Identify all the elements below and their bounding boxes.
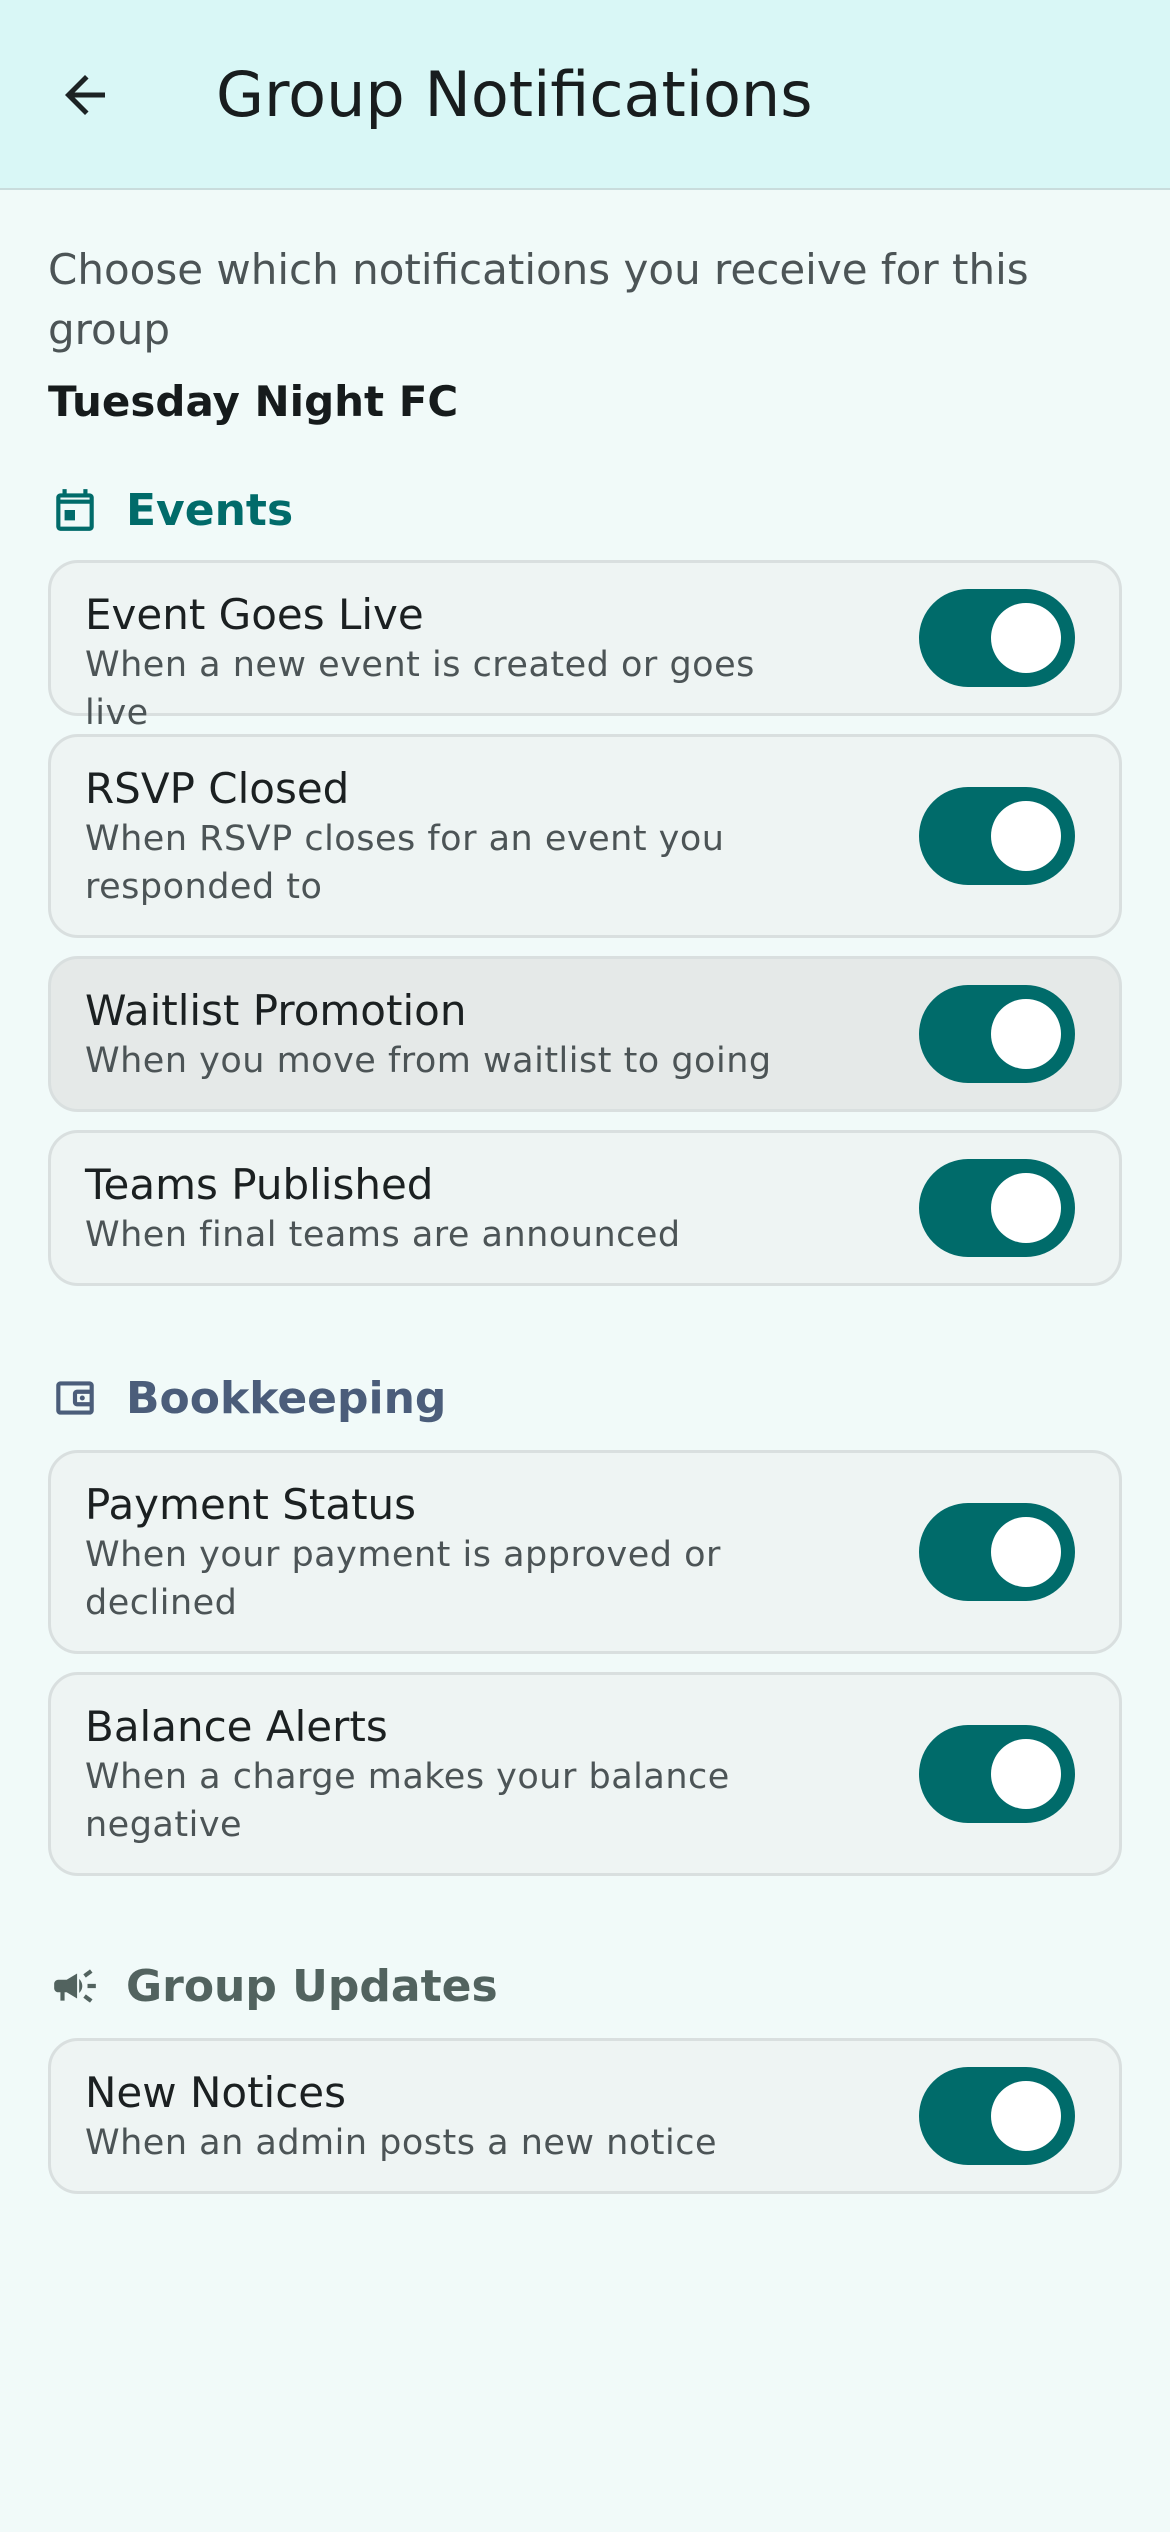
toggle-balance-alerts[interactable] bbox=[919, 1725, 1075, 1823]
setting-card-rsvp-closed: RSVP Closed When RSVP closes for an even… bbox=[48, 734, 1122, 938]
toggle-payment-status[interactable] bbox=[919, 1503, 1075, 1601]
toggle-thumb bbox=[991, 801, 1061, 871]
megaphone-icon bbox=[48, 1959, 102, 2013]
setting-description: When final teams are announced bbox=[85, 1215, 681, 1255]
section-header-events: Events bbox=[48, 480, 293, 540]
setting-card-teams-published: Teams Published When final teams are ann… bbox=[48, 1130, 1122, 1286]
toggle-thumb bbox=[991, 1517, 1061, 1587]
setting-description: When an admin posts a new notice bbox=[85, 2123, 717, 2163]
setting-description: When a charge makes your balance negativ… bbox=[85, 1757, 730, 1845]
setting-description: When you move from waitlist to going bbox=[85, 1041, 772, 1081]
section-header-bookkeeping: Bookkeeping bbox=[48, 1368, 446, 1428]
toggle-rsvp-closed[interactable] bbox=[919, 787, 1075, 885]
setting-description: When a new event is created or goes live bbox=[85, 645, 755, 733]
group-name: Tuesday Night FC bbox=[48, 377, 459, 426]
toggle-thumb bbox=[991, 1173, 1061, 1243]
toggle-thumb bbox=[991, 1739, 1061, 1809]
setting-title: New Notices bbox=[85, 2068, 347, 2117]
toggle-thumb bbox=[991, 2081, 1061, 2151]
intro-description: Choose which notifications you receive f… bbox=[48, 245, 1029, 354]
setting-title: RSVP Closed bbox=[85, 764, 350, 813]
toggle-new-notices[interactable] bbox=[919, 2067, 1075, 2165]
setting-card-payment-status: Payment Status When your payment is appr… bbox=[48, 1450, 1122, 1654]
setting-card-new-notices: New Notices When an admin posts a new no… bbox=[48, 2038, 1122, 2194]
section-header-group-updates: Group Updates bbox=[48, 1956, 498, 2016]
section-label-events: Events bbox=[126, 484, 294, 536]
setting-title: Teams Published bbox=[85, 1160, 434, 1209]
app-bar: Group Notifications bbox=[0, 0, 1170, 190]
wallet-icon bbox=[48, 1371, 102, 1425]
setting-title: Event Goes Live bbox=[85, 590, 424, 639]
toggle-thumb bbox=[991, 999, 1061, 1069]
setting-description: When RSVP closes for an event you respon… bbox=[85, 819, 725, 907]
setting-card-event-goes-live: Event Goes Live When a new event is crea… bbox=[48, 560, 1122, 733]
section-label-group-updates: Group Updates bbox=[126, 1960, 498, 2012]
toggle-event-goes-live[interactable] bbox=[919, 589, 1075, 687]
toggle-teams-published[interactable] bbox=[919, 1159, 1075, 1257]
section-label-bookkeeping: Bookkeeping bbox=[126, 1372, 447, 1424]
page-title: Group Notifications bbox=[216, 58, 813, 131]
calendar-icon bbox=[48, 483, 102, 537]
back-button[interactable] bbox=[40, 50, 130, 140]
setting-description: When your payment is approved or decline… bbox=[85, 1535, 721, 1623]
setting-title: Balance Alerts bbox=[85, 1702, 388, 1751]
setting-title: Waitlist Promotion bbox=[85, 986, 467, 1035]
setting-card-waitlist-promotion: Waitlist Promotion When you move from wa… bbox=[48, 956, 1122, 1112]
toggle-thumb bbox=[991, 603, 1061, 673]
arrow-left-icon bbox=[65, 75, 105, 115]
setting-card-balance-alerts: Balance Alerts When a charge makes your … bbox=[48, 1672, 1122, 1876]
toggle-waitlist-promotion[interactable] bbox=[919, 985, 1075, 1083]
setting-title: Payment Status bbox=[85, 1480, 417, 1529]
